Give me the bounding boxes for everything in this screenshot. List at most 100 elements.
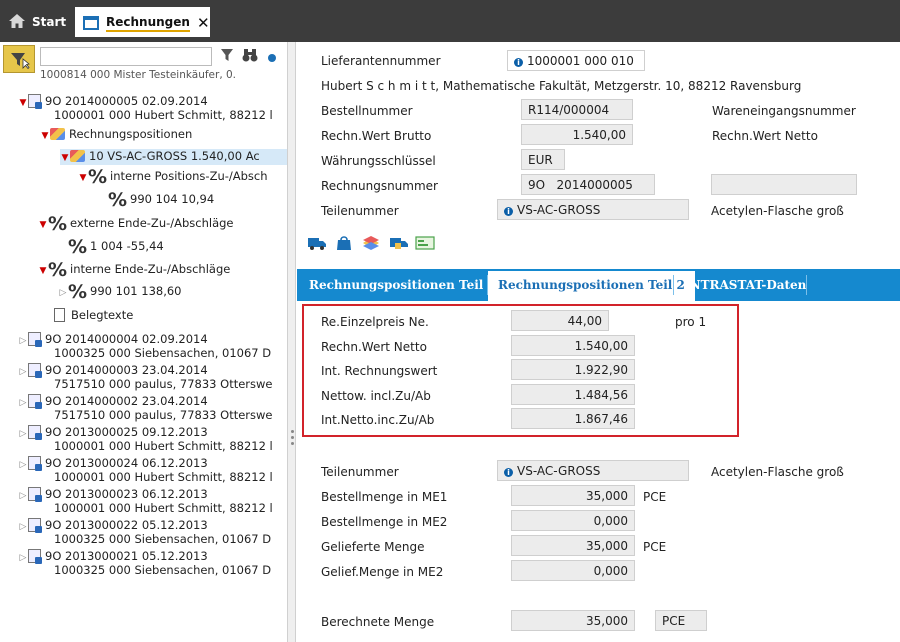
truck-delivery-icon[interactable] — [389, 235, 409, 253]
bestell-field[interactable]: R114/000004 — [521, 99, 633, 120]
gelme2-label: Gelief.Menge in ME2 — [321, 565, 444, 579]
binoculars-icon[interactable] — [242, 48, 258, 65]
tree-row-belegtexte[interactable]: Belegtexte — [54, 308, 133, 322]
tree-row-rechnungspositionen[interactable]: ▼ Rechnungspositionen — [40, 127, 193, 143]
tree-search-input[interactable] — [40, 47, 212, 66]
card-icon[interactable] — [415, 235, 435, 253]
tree-row-subtitle-text: 7517510 000 paulus, 77833 Otterswe — [54, 408, 273, 422]
invoice-doc-icon — [28, 332, 42, 347]
intnetto-field[interactable]: 1.867,46 — [511, 408, 635, 429]
pro-label: pro 1 — [675, 315, 707, 329]
document-icon — [54, 308, 65, 322]
close-icon[interactable]: ✕ — [197, 14, 210, 32]
waehrung-field[interactable]: EUR — [521, 149, 565, 170]
geliefert-field[interactable]: 35,000 — [511, 535, 635, 556]
tree-row-position-selected[interactable]: ▼ 10 VS-AC-GROSS 1.540,00 Ac — [60, 149, 287, 165]
expand-arrow-icon[interactable]: ▼ — [18, 96, 28, 110]
info-icon[interactable]: i — [504, 468, 513, 477]
teil-label-2: Teilenummer — [321, 465, 399, 479]
funnel-icon[interactable] — [220, 48, 234, 65]
rechnr-field[interactable]: 9O 2014000005 — [521, 174, 655, 195]
expand-arrow-icon[interactable]: ▼ — [38, 218, 48, 232]
panel-splitter[interactable] — [287, 42, 296, 642]
tree-row-subtitle-text: 1000001 000 Hubert Schmitt, 88212 l — [54, 470, 273, 484]
tree-row-externe-ende[interactable]: ▼% externe Ende-Zu-/Abschläge — [38, 213, 234, 235]
me1-field[interactable]: 35,000 — [511, 485, 635, 506]
teil-field-2[interactable]: i VS-AC-GROSS — [497, 460, 689, 481]
percent-icon: % — [68, 281, 88, 303]
tree-row-interne-pos-value[interactable]: % 990 104 10,94 — [108, 191, 214, 210]
expand-arrow-icon[interactable]: ▼ — [40, 129, 50, 143]
tree-row-subtitle[interactable]: 1000001 000 Hubert Schmitt, 88212 l — [54, 470, 273, 484]
collapsed-arrow-icon[interactable]: ▷ — [18, 365, 28, 379]
tree-row-title: 9O 2014000003 23.04.2014 — [45, 363, 208, 377]
tree-row-subtitle[interactable]: 1000001 000 Hubert Schmitt, 88212 l — [54, 439, 273, 453]
invoice-doc-icon — [28, 394, 42, 409]
tree-row-interne-pos[interactable]: ▼% interne Positions-Zu-/Absch — [78, 166, 268, 188]
collapsed-arrow-icon[interactable]: ▷ — [58, 286, 68, 300]
collapsed-arrow-icon[interactable]: ▷ — [18, 520, 28, 534]
tree-row-externe-ende-value[interactable]: % 1 004 -55,44 — [68, 238, 164, 257]
tree-row-title: 9O 2013000021 05.12.2013 — [45, 549, 208, 563]
lieferant-field[interactable]: i 1000001 000 010 — [507, 50, 645, 71]
expand-arrow-icon[interactable]: ▼ — [60, 151, 70, 165]
tree-row-subtitle[interactable]: 7517510 000 paulus, 77833 Otterswe — [54, 408, 272, 422]
tree-row-subtitle[interactable]: 1000325 000 Siebensachen, 01067 D — [54, 563, 271, 577]
info-icon[interactable]: i — [514, 58, 523, 67]
nettow-label: Nettow. incl.Zu/Ab — [321, 389, 431, 403]
shopping-bag-icon[interactable] — [335, 235, 355, 253]
tab-intrastat[interactable]: INTRASTAT-Daten — [674, 269, 816, 301]
window-icon — [83, 16, 99, 30]
tree-row-subtitle[interactable]: 1000325 000 Siebensachen, 01067 D — [54, 532, 271, 546]
brutto-label: Rechn.Wert Brutto — [321, 129, 432, 143]
rechnr-label: Rechnungsnummer — [321, 179, 438, 193]
geliefert-label: Gelieferte Menge — [321, 540, 425, 554]
empty-field[interactable] — [711, 174, 857, 195]
berechnet-field[interactable]: 35,000 — [511, 610, 635, 631]
nettow-field[interactable]: 1.484,56 — [511, 384, 635, 405]
me1-unit: PCE — [643, 490, 667, 504]
collapsed-arrow-icon[interactable]: ▷ — [18, 551, 28, 565]
invoice-doc-icon — [28, 518, 42, 533]
info-icon[interactable]: i — [504, 207, 513, 216]
filter-button[interactable] — [3, 45, 35, 73]
tree-row-subtitle[interactable]: 1000001 000 Hubert Schmitt, 88212 l — [54, 501, 273, 515]
collapsed-arrow-icon[interactable]: ▷ — [18, 334, 28, 348]
tree-row-subtitle[interactable]: 1000325 000 Siebensachen, 01067 D — [54, 346, 271, 360]
truck-icon[interactable] — [307, 235, 327, 253]
tab-start[interactable]: Start — [8, 7, 70, 37]
netto-field[interactable]: 1.540,00 — [511, 335, 635, 356]
me2-field[interactable]: 0,000 — [511, 510, 635, 531]
detail-panel: Lieferantennummer i 1000001 000 010 Huber… — [297, 42, 900, 642]
percent-icon: % — [48, 213, 68, 235]
tree-row-title: 9O 2014000004 02.09.2014 — [45, 332, 208, 346]
invoice-doc-icon — [28, 94, 42, 109]
intnetto-label: Int.Netto.inc.Zu/Ab — [321, 413, 435, 427]
collapsed-arrow-icon[interactable]: ▷ — [18, 458, 28, 472]
collapsed-arrow-icon[interactable]: ▷ — [18, 396, 28, 410]
einzelpreis-label: Re.Einzelpreis Ne. — [321, 315, 429, 329]
expand-arrow-icon[interactable]: ▼ — [78, 171, 88, 185]
stack-icon[interactable] — [361, 235, 381, 253]
berechnet-label: Berechnete Menge — [321, 615, 435, 629]
tree-row-subtitle[interactable]: 7517510 000 paulus, 77833 Otterswe — [54, 377, 272, 391]
tree-row-cut[interactable]: 1000814 000 Mister Testeinkäufer, 0. — [40, 68, 236, 82]
collapsed-arrow-icon[interactable]: ▷ — [18, 427, 28, 441]
brutto-field[interactable]: 1.540,00 — [521, 124, 633, 145]
tree-row-interne-ende-value[interactable]: ▷% 990 101 138,60 — [58, 281, 182, 303]
invoice-doc-icon — [28, 456, 42, 471]
expand-arrow-icon[interactable]: ▼ — [38, 264, 48, 278]
percent-icon: % — [88, 166, 108, 188]
gelme2-field[interactable]: 0,000 — [511, 560, 635, 581]
tab-teil2[interactable]: Rechnungspositionen Teil 2 — [488, 271, 695, 301]
dot-icon[interactable] — [268, 51, 276, 65]
collapsed-arrow-icon[interactable]: ▷ — [18, 489, 28, 503]
intrech-field[interactable]: 1.922,90 — [511, 359, 635, 380]
tree-row-sub[interactable]: 1000001 000 Hubert Schmitt, 88212 l — [54, 108, 273, 122]
teil-field[interactable]: i VS-AC-GROSS — [497, 199, 689, 220]
berechnet-unit-field[interactable]: PCE — [655, 610, 707, 631]
tab-teil1[interactable]: Rechnungspositionen Teil 1 — [299, 269, 506, 301]
tree-row-interne-ende[interactable]: ▼% interne Ende-Zu-/Abschläge — [38, 261, 231, 280]
tab-rechnungen[interactable]: Rechnungen ✕ — [75, 7, 210, 37]
einzelpreis-field[interactable]: 44,00 — [511, 310, 609, 331]
